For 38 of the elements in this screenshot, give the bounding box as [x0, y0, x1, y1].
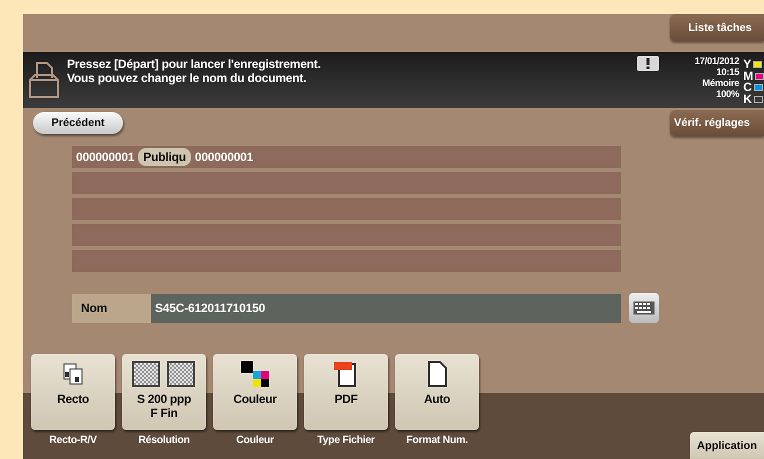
toner-label: C — [743, 82, 752, 94]
function-caption: Couleur — [236, 434, 274, 446]
message-text: Pressez [Départ] pour lancer l'enregistrement. — [67, 57, 321, 71]
document-tray-icon — [29, 60, 59, 98]
checker-icon — [132, 361, 196, 387]
function-button[interactable]: Recto — [31, 354, 115, 430]
function-button[interactable]: S 200 ppp F Fin — [122, 354, 206, 430]
function-caption: Type Fichier — [317, 434, 375, 446]
memory-value: 100% — [716, 89, 740, 100]
pages-icon — [62, 363, 84, 385]
keyboard-button[interactable] — [629, 293, 659, 323]
function-caption: Format Num. — [406, 434, 468, 446]
check-settings-tab[interactable]: Vérif. réglages — [670, 110, 764, 136]
message-text: Vous pouvez changer le nom du document. — [67, 71, 308, 85]
function-button[interactable]: PDF — [304, 354, 388, 430]
keyboard-icon — [633, 301, 655, 315]
back-button[interactable]: Précédent — [33, 112, 123, 134]
toner-label: K — [743, 94, 752, 105]
time-text: 10:15 — [716, 67, 740, 78]
date-text: 17/01/2012 — [694, 56, 740, 67]
pdf-file-icon — [333, 361, 359, 387]
public-badge: Publiqu — [138, 148, 191, 166]
function-button[interactable]: Auto — [395, 354, 479, 430]
toner-label: M — [743, 70, 753, 82]
toner-label: Y — [743, 59, 752, 70]
name-field[interactable]: S45C-612011710150 — [151, 294, 621, 322]
document-name: 000000001 — [194, 150, 254, 164]
document-number: 000000001 — [76, 150, 134, 164]
memory-label: Mémoire — [702, 78, 740, 89]
job-list-tab[interactable]: Liste tâches — [670, 14, 764, 41]
page-icon — [427, 361, 447, 387]
function-caption: Résolution — [138, 434, 190, 446]
function-caption: Recto-R/V — [49, 434, 97, 446]
warning-icon[interactable] — [636, 56, 659, 71]
field-label: Nom — [72, 294, 151, 322]
application-button[interactable]: Application — [690, 432, 764, 459]
color-squares-icon — [241, 361, 269, 387]
function-button[interactable]: Couleur — [213, 354, 297, 430]
